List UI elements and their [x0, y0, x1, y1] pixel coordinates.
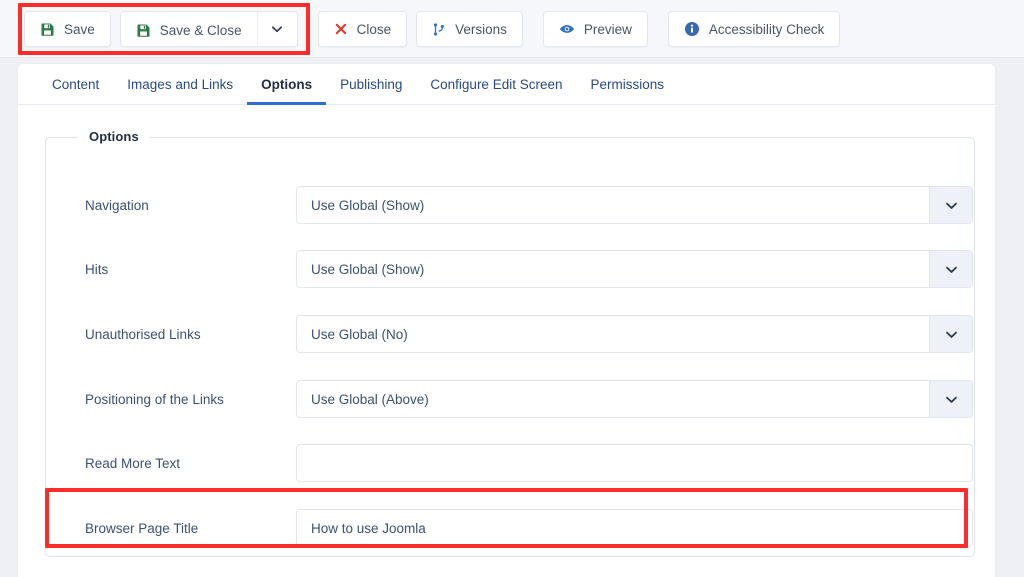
hits-label: Hits [85, 261, 109, 277]
tab-content[interactable]: Content [38, 64, 113, 104]
hits-select[interactable]: Use Global (Show) [296, 250, 973, 288]
code-branch-icon [432, 22, 446, 37]
unauthorised-links-select[interactable]: Use Global (No) [296, 315, 973, 353]
unauthorised-links-select-value: Use Global (No) [311, 326, 408, 342]
navigation-select-value: Use Global (Show) [311, 197, 425, 213]
close-button[interactable]: Close [317, 11, 408, 47]
accessibility-check-button[interactable]: Accessibility Check [667, 11, 841, 47]
tab-configure-edit-screen[interactable]: Configure Edit Screen [416, 64, 576, 104]
tab-images-and-links-label: Images and Links [127, 76, 234, 92]
chevron-down-icon[interactable] [929, 251, 972, 287]
chevron-down-icon[interactable] [929, 187, 972, 223]
hits-select-value: Use Global (Show) [311, 261, 425, 277]
save-and-close-button-label: Save & Close [159, 22, 242, 38]
save-floppy-icon [136, 23, 151, 38]
form-row-unauthorised-links: Unauthorised Links Use Global (No) [46, 315, 974, 353]
browser-page-title-input[interactable]: How to use Joomla [296, 509, 973, 547]
editor-toolbar: Save Save & Close Close Versions Preview… [0, 0, 1024, 58]
tab-images-and-links[interactable]: Images and Links [113, 64, 247, 104]
browser-page-title-label: Browser Page Title [85, 520, 199, 536]
editor-content-card: Content Images and Links Options Publish… [18, 64, 995, 577]
tab-options-label: Options [261, 76, 313, 92]
tab-options[interactable]: Options [247, 64, 327, 105]
tab-permissions[interactable]: Permissions [576, 64, 678, 104]
save-button[interactable]: Save [24, 11, 111, 47]
close-button-label: Close [356, 21, 392, 37]
versions-button-label: Versions [455, 21, 507, 37]
tab-permissions-label: Permissions [590, 76, 665, 92]
chevron-down-icon[interactable] [929, 316, 972, 352]
positioning-of-the-links-label: Positioning of the Links [85, 391, 224, 407]
eye-icon [559, 21, 575, 37]
tab-bar: Content Images and Links Options Publish… [18, 64, 995, 105]
tab-configure-edit-screen-label: Configure Edit Screen [430, 76, 563, 92]
close-x-icon [334, 22, 348, 36]
form-row-positioning-of-the-links: Positioning of the Links Use Global (Abo… [46, 380, 974, 418]
info-circle-icon [684, 21, 700, 37]
read-more-text-input-value[interactable] [296, 444, 973, 482]
navigation-label: Navigation [85, 197, 149, 213]
accessibility-check-button-label: Accessibility Check [708, 21, 825, 37]
tab-publishing-label: Publishing [340, 76, 403, 92]
tab-content-label: Content [52, 76, 100, 92]
save-floppy-icon [40, 22, 55, 37]
read-more-text-label: Read More Text [85, 455, 181, 471]
preview-button-label: Preview [583, 21, 632, 37]
save-button-label: Save [64, 21, 95, 37]
versions-button[interactable]: Versions [416, 11, 523, 47]
positioning-of-the-links-select-value: Use Global (Above) [311, 391, 429, 407]
browser-page-title-input-value[interactable]: How to use Joomla [296, 509, 973, 547]
save-dropdown-toggle[interactable] [256, 12, 297, 46]
read-more-text-input[interactable] [296, 444, 973, 482]
positioning-of-the-links-select[interactable]: Use Global (Above) [296, 380, 973, 418]
save-and-close-split-button: Save & Close [119, 11, 298, 48]
form-row-hits: Hits Use Global (Show) [46, 250, 974, 288]
toolbar-button-row: Save Save & Close Close Versions Preview… [24, 11, 841, 48]
chevron-down-icon[interactable] [929, 381, 972, 417]
form-row-read-more-text: Read More Text [46, 444, 974, 482]
preview-button[interactable]: Preview [542, 11, 648, 47]
tab-publishing[interactable]: Publishing [326, 64, 416, 104]
form-row-navigation: Navigation Use Global (Show) [46, 186, 974, 224]
options-fieldset-legend: Options [78, 129, 150, 144]
form-row-browser-page-title: Browser Page Title How to use Joomla [46, 509, 974, 547]
options-fieldset: Options Navigation Use Global (Show) Hit… [45, 129, 975, 557]
save-and-close-button[interactable]: Save & Close [121, 12, 257, 48]
unauthorised-links-label: Unauthorised Links [85, 326, 201, 342]
chevron-down-icon [270, 22, 284, 36]
navigation-select[interactable]: Use Global (Show) [296, 186, 973, 224]
